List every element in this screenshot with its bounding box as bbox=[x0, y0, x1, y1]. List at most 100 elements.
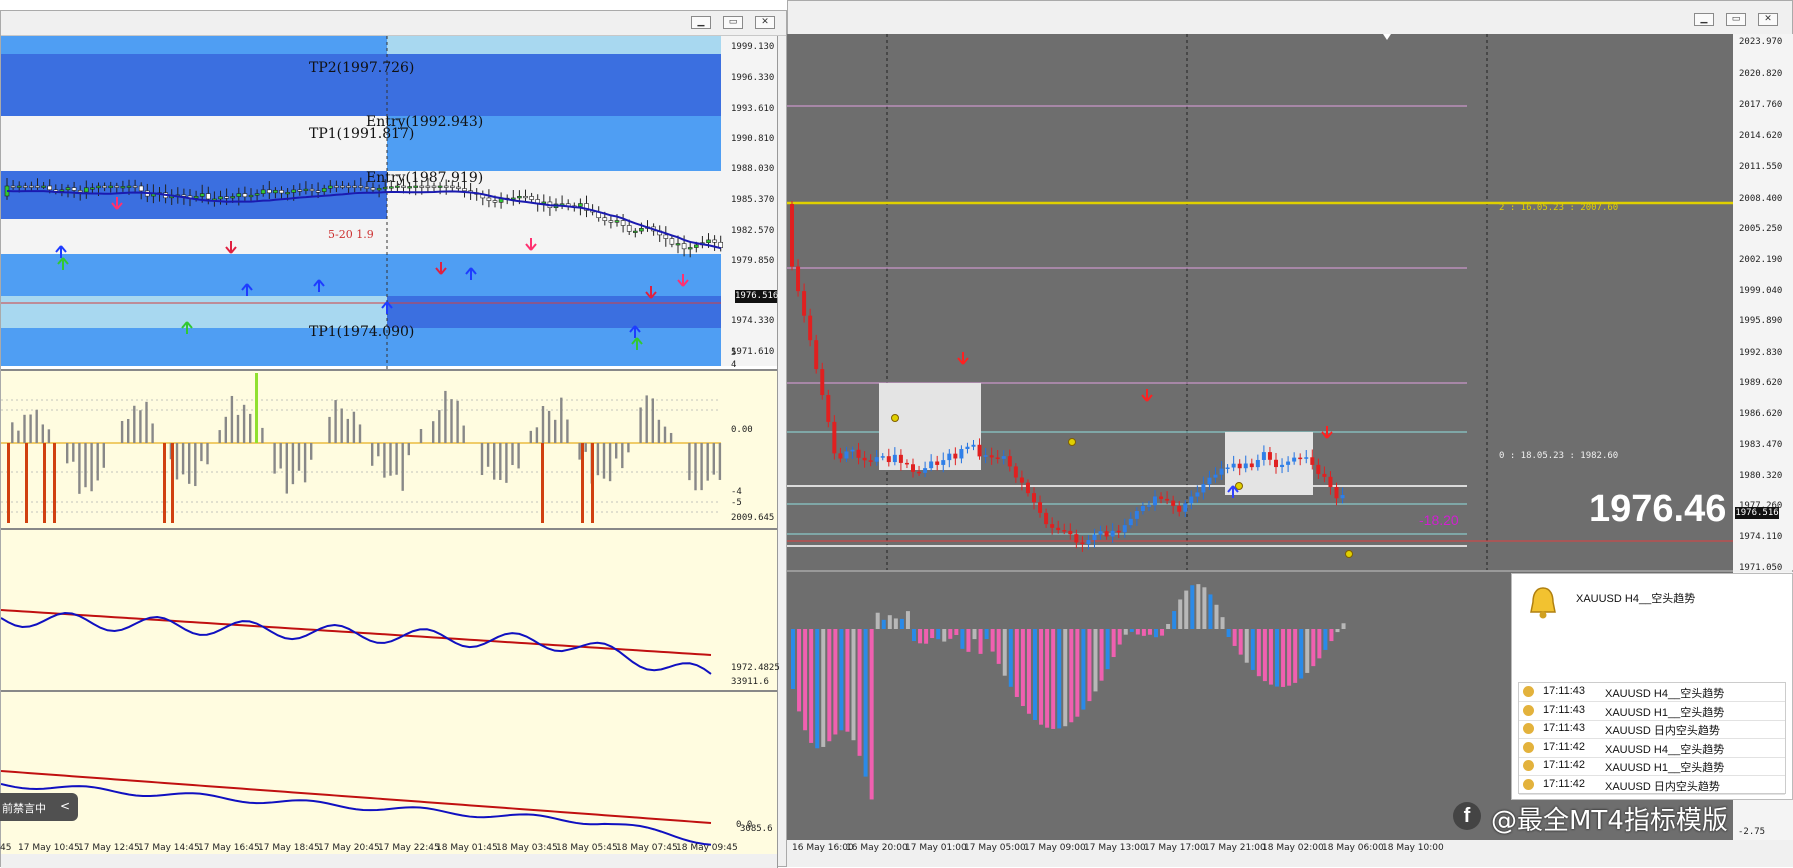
left-candle-48 bbox=[297, 189, 303, 192]
left-candle-103 bbox=[632, 230, 638, 233]
right-osc-bar-65 bbox=[1184, 590, 1189, 629]
left-candle-13 bbox=[84, 187, 89, 193]
left-candle-17 bbox=[108, 185, 113, 189]
right-osc-bar-18 bbox=[899, 618, 904, 629]
right-osc-bar-86 bbox=[1311, 629, 1316, 667]
alert-time: 17:11:43 bbox=[1543, 685, 1586, 697]
right-candle-54 bbox=[1116, 530, 1121, 533]
right-osc-bar-56 bbox=[1129, 629, 1134, 632]
osc-spike-up bbox=[255, 373, 258, 443]
alert-list[interactable]: 17:11:43 XAUUSD H4__空头趋势 17:11:43 XAUUSD H1… bbox=[1518, 682, 1786, 795]
osc-spike-bar-0 bbox=[7, 443, 10, 523]
left-time-label: 17 May 12:45 bbox=[78, 843, 140, 853]
right-candle-50 bbox=[1092, 534, 1097, 541]
osc-spike-bar-1 bbox=[25, 443, 28, 523]
osc-spike-bar-4 bbox=[163, 443, 166, 523]
left-main-chart[interactable] bbox=[1, 36, 778, 868]
osc-bar-4 bbox=[29, 414, 32, 443]
left-candle-67 bbox=[413, 185, 419, 188]
alert-row[interactable]: 17:11:43 XAUUSD H1__空头趋势 bbox=[1519, 702, 1785, 721]
osc-spike-bar-7 bbox=[581, 443, 584, 523]
close-button[interactable]: ✕ bbox=[1758, 13, 1778, 26]
osc-bar-101 bbox=[621, 443, 624, 469]
left-candle-72 bbox=[443, 185, 449, 188]
minimize-button[interactable]: ▁ bbox=[1694, 13, 1714, 26]
right-osc-bar-76 bbox=[1250, 629, 1255, 670]
minimize-button[interactable]: ▁ bbox=[691, 16, 711, 29]
right-candle-48 bbox=[1080, 542, 1085, 544]
osc-bar-72 bbox=[444, 390, 447, 443]
osc-bar-78 bbox=[480, 443, 484, 476]
alert-row[interactable]: 17:11:42 XAUUSD H1__空头趋势 bbox=[1519, 757, 1785, 776]
osc-bar-10 bbox=[66, 443, 69, 464]
right-candle-28 bbox=[959, 449, 964, 459]
osc-bar-116 bbox=[712, 443, 715, 475]
right-osc-bar-53 bbox=[1111, 629, 1116, 658]
alert-time: 17:11:42 bbox=[1543, 759, 1586, 771]
osc-bar-5 bbox=[35, 409, 38, 443]
right-candle-14 bbox=[874, 457, 879, 462]
right-candle-86 bbox=[1310, 457, 1315, 465]
left-candle-86 bbox=[529, 196, 534, 200]
osc-bar-20 bbox=[127, 418, 130, 443]
right-candle-75 bbox=[1243, 463, 1248, 469]
right-osc-bar-70 bbox=[1214, 604, 1219, 629]
right-osc-bar-87 bbox=[1317, 629, 1322, 659]
osc-panel bbox=[1, 371, 777, 528]
osc-bar-82 bbox=[505, 443, 508, 483]
osc-bar-74 bbox=[456, 400, 459, 443]
right-osc-bar-50 bbox=[1093, 629, 1098, 692]
right-osc-bar-4 bbox=[815, 629, 820, 749]
osc-bar-64 bbox=[395, 443, 398, 475]
osc-bar-15 bbox=[96, 443, 99, 481]
alert-row[interactable]: 17:11:42 XAUUSD 日内空头趋势 bbox=[1519, 776, 1785, 795]
left-candle-11 bbox=[71, 187, 77, 191]
left-time-label: 17 May 16:45 bbox=[198, 843, 260, 853]
muted-toast[interactable]: 前禁言中 < bbox=[0, 793, 78, 821]
alert-row[interactable]: 17:11:42 XAUUSD H4__空头趋势 bbox=[1519, 739, 1785, 758]
close-button[interactable]: ✕ bbox=[755, 16, 775, 29]
left-price-label: 1979.850 bbox=[731, 256, 775, 266]
osc-bar-80 bbox=[493, 443, 496, 480]
right-candle-90 bbox=[1334, 487, 1339, 499]
left-time-label: 45 bbox=[0, 843, 12, 853]
alert-row[interactable]: 17:11:43 XAUUSD H4__空头趋势 bbox=[1519, 683, 1785, 702]
osc-bar-21 bbox=[133, 405, 136, 443]
panel-separator-2 bbox=[1, 528, 777, 530]
right-candle-33 bbox=[989, 455, 994, 458]
osc-bar-53 bbox=[328, 416, 331, 443]
signal-dot-icon-0 bbox=[891, 414, 899, 422]
right-osc-bar-10 bbox=[851, 629, 856, 741]
left-candle-66 bbox=[407, 186, 412, 189]
left-candle-35 bbox=[218, 196, 223, 200]
left-chart-svg bbox=[1, 36, 777, 868]
left-candle-50 bbox=[309, 188, 315, 192]
left-band-r-7 bbox=[387, 296, 721, 328]
left-candle-38 bbox=[236, 193, 242, 197]
left-candle-108 bbox=[663, 234, 669, 239]
watermark: f @最全MT4指标模版 bbox=[1447, 796, 1787, 836]
right-candle-25 bbox=[941, 460, 946, 465]
right-price-label: 1971.050 bbox=[1739, 563, 1783, 573]
left-candle-115 bbox=[706, 239, 711, 244]
alert-row[interactable]: 17:11:43 XAUUSD 日内空头趋势 bbox=[1519, 720, 1785, 739]
maximize-button[interactable]: ▭ bbox=[1726, 13, 1746, 26]
right-candle-67 bbox=[1195, 492, 1200, 497]
osc-bar-29 bbox=[181, 443, 185, 475]
left-candle-65 bbox=[401, 185, 406, 188]
bell-icon bbox=[1523, 760, 1534, 771]
right-candle-58 bbox=[1140, 505, 1145, 512]
right-osc-bar-52 bbox=[1105, 629, 1110, 670]
right-candle-12 bbox=[862, 457, 867, 461]
left-candle-7 bbox=[47, 185, 53, 191]
left-window-titlebar[interactable]: ▁ ▭ ✕ bbox=[1, 11, 786, 36]
right-window-titlebar[interactable]: ▁ ▭ ✕ bbox=[788, 1, 1792, 36]
osc-bar-90 bbox=[554, 419, 557, 443]
chevron-left-icon[interactable]: < bbox=[60, 799, 70, 813]
maximize-button[interactable]: ▭ bbox=[723, 16, 743, 29]
alert-panel[interactable]: XAUUSD H4__空头趋势 17:11:43 XAUUSD H4__空头趋势 1… bbox=[1511, 573, 1793, 800]
left-candle-79 bbox=[486, 197, 492, 201]
right-candle-45 bbox=[1062, 530, 1067, 532]
ind2-axis-label: 2009.645 bbox=[731, 513, 775, 523]
left-candle-20 bbox=[126, 185, 132, 188]
